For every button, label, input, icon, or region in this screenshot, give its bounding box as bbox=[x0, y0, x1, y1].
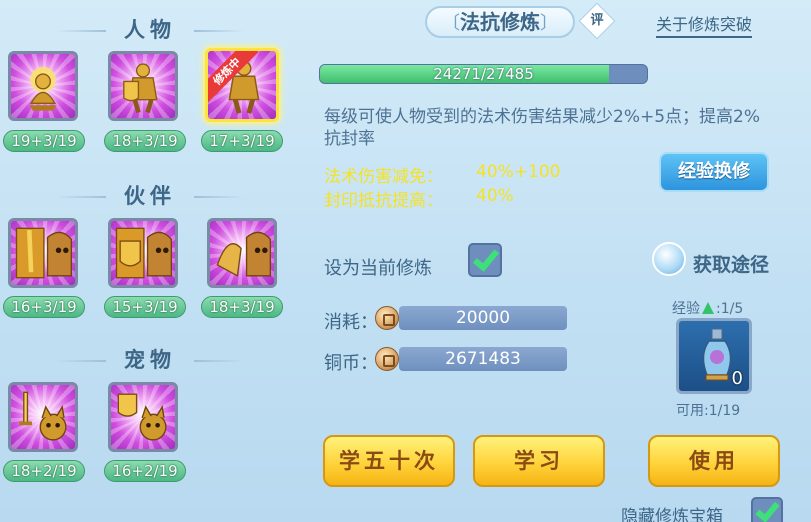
cultivation-detail-panel: 〔法抗修炼〕 评 关于修炼突破 24271/27485 每级可使人物受到的法术伤… bbox=[300, 0, 811, 522]
cultivation-list-panel: 人物 19+3/19 18+3/19 修炼中 17+3/19 伙伴 16+3/1… bbox=[0, 0, 300, 522]
coin-icon bbox=[375, 306, 399, 330]
section-title-character: 人物 bbox=[0, 14, 300, 44]
hide-treasure-box-checkbox[interactable] bbox=[751, 497, 783, 522]
exp-exchange-button[interactable]: 经验换修 bbox=[659, 152, 769, 192]
cultivation-icon-partner-1[interactable] bbox=[8, 218, 78, 288]
section-title-pet: 宠物 bbox=[0, 344, 300, 374]
coin-icon bbox=[375, 347, 399, 371]
learn-button[interactable]: 学习 bbox=[473, 435, 605, 487]
set-current-checkbox[interactable] bbox=[468, 243, 502, 277]
cultivation-icon-character-1[interactable] bbox=[8, 51, 78, 121]
set-current-label: 设为当前修炼 bbox=[324, 258, 432, 279]
use-button[interactable]: 使用 bbox=[648, 435, 780, 487]
level-pill: 16+2/19 bbox=[104, 460, 186, 482]
cost-value: 20000 bbox=[399, 306, 567, 330]
review-badge[interactable]: 评 bbox=[578, 2, 616, 40]
section-title-partner: 伙伴 bbox=[0, 180, 300, 210]
cultivation-icon-character-3[interactable]: 修炼中 bbox=[205, 48, 279, 122]
cultivation-icon-character-2[interactable] bbox=[108, 51, 178, 121]
level-pill: 18+3/19 bbox=[201, 296, 283, 318]
arrow-up-icon bbox=[702, 302, 714, 314]
learn-fifty-button[interactable]: 学五十次 bbox=[323, 435, 455, 487]
level-pill: 18+3/19 bbox=[104, 130, 186, 152]
cultivation-icon-pet-2[interactable] bbox=[108, 382, 178, 452]
level-pill: 19+3/19 bbox=[3, 130, 85, 152]
checkmark-icon bbox=[755, 497, 780, 522]
cultivation-description: 每级可使人物受到的法术伤害结果减少2%+5点；提高2%抗封率 bbox=[324, 107, 760, 149]
coins-value: 2671483 bbox=[399, 347, 567, 371]
cultivation-icon-partner-2[interactable] bbox=[108, 218, 178, 288]
about-breakthrough-link[interactable]: 关于修炼突破 bbox=[656, 11, 753, 38]
cultivation-icon-partner-3[interactable] bbox=[207, 218, 277, 288]
level-pill: 18+2/19 bbox=[3, 460, 85, 482]
coins-label: 铜币： bbox=[324, 353, 378, 374]
effect-row-seal: 封印抵抗提高： 40% bbox=[324, 186, 514, 211]
exp-item-available: 可用:1/19 bbox=[676, 403, 741, 419]
exp-item-slot[interactable]: 0 bbox=[676, 318, 752, 394]
level-pill: 17+3/19 bbox=[201, 130, 283, 152]
effect-value: 40% bbox=[476, 186, 514, 206]
effect-value: 40%+100 bbox=[476, 162, 561, 182]
cost-label: 消耗： bbox=[324, 312, 378, 333]
cultivation-title: 〔法抗修炼〕 bbox=[425, 6, 575, 38]
effect-label: 法术伤害减免： bbox=[324, 167, 443, 187]
checkmark-icon bbox=[472, 244, 500, 272]
effect-label: 封印抵抗提高： bbox=[324, 191, 443, 211]
exp-progress-bar: 24271/27485 bbox=[319, 64, 648, 84]
obtain-source-link[interactable]: 获取途径 bbox=[693, 250, 769, 277]
effect-row-damage: 法术伤害减免： 40%+100 bbox=[324, 162, 560, 187]
hide-treasure-box-label: 隐藏修炼宝箱 bbox=[621, 507, 723, 522]
exp-progress-text: 24271/27485 bbox=[433, 65, 534, 83]
cultivation-icon-pet-1[interactable] bbox=[8, 382, 78, 452]
exp-item-label: 经验:1/5 bbox=[672, 301, 744, 317]
level-pill: 15+3/19 bbox=[104, 296, 186, 318]
exp-item-count: 0 bbox=[731, 368, 743, 389]
level-pill: 16+3/19 bbox=[3, 296, 85, 318]
obtain-source-icon[interactable] bbox=[652, 242, 686, 276]
